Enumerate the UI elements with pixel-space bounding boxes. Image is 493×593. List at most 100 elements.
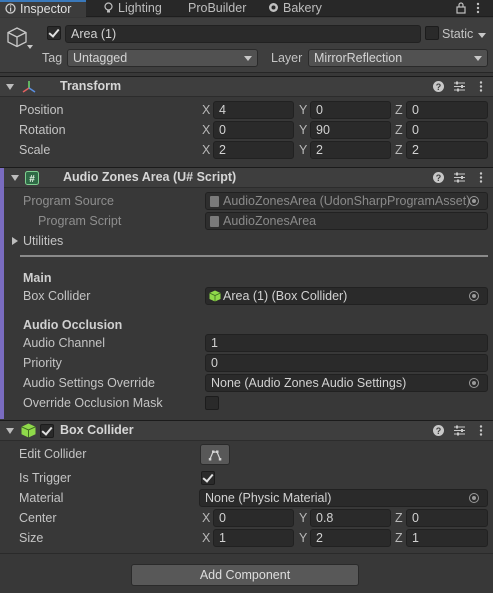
script-file-icon [210, 216, 219, 227]
help-icon[interactable]: ? [432, 171, 445, 184]
axis-x-label[interactable]: X [202, 531, 210, 545]
box-collider-ref-field[interactable]: Area (1) (Box Collider) [205, 287, 488, 305]
object-picker-icon[interactable] [469, 291, 479, 301]
svg-text:?: ? [436, 173, 442, 183]
axis-y-label[interactable]: Y [299, 531, 307, 545]
static-dropdown-caret-icon[interactable] [478, 33, 486, 38]
audio-channel-field[interactable]: 1 [205, 334, 488, 352]
rotation-z-field[interactable]: 0 [406, 121, 488, 139]
axis-z-label[interactable]: Z [395, 103, 403, 117]
object-picker-icon[interactable] [469, 196, 479, 206]
program-script-field[interactable]: AudioZonesArea [205, 212, 488, 230]
position-y-field[interactable]: 0 [310, 101, 391, 119]
utilities-foldout-icon[interactable] [12, 237, 18, 245]
tag-dropdown[interactable]: Untagged [67, 49, 258, 67]
axis-z-label[interactable]: Z [395, 123, 403, 137]
center-x-field[interactable]: 0 [213, 509, 294, 527]
axis-y-label[interactable]: Y [299, 123, 307, 137]
position-z-field[interactable]: 0 [406, 101, 488, 119]
axis-z-label[interactable]: Z [395, 511, 403, 525]
is-trigger-label: Is Trigger [19, 471, 72, 485]
center-z-field[interactable]: 0 [406, 509, 488, 527]
program-source-label: Program Source [23, 194, 115, 208]
program-source-field[interactable]: AudioZonesArea (UdonSharpProgramAsset) [205, 192, 488, 210]
scale-z-field[interactable]: 2 [406, 141, 488, 159]
chevron-down-icon [474, 56, 482, 61]
component-menu-icon[interactable] [474, 171, 487, 184]
material-value: None (Physic Material) [205, 491, 332, 505]
audio-settings-override-field[interactable]: None (Audio Zones Audio Settings) [205, 374, 488, 392]
component-menu-icon[interactable] [474, 424, 487, 437]
object-name-field[interactable]: Area (1) [65, 25, 421, 43]
udon-component-strip [0, 168, 4, 419]
object-picker-icon[interactable] [469, 378, 479, 388]
foldout-arrow-icon[interactable] [6, 84, 14, 90]
utilities-label[interactable]: Utilities [23, 234, 63, 248]
active-checkbox[interactable] [47, 26, 61, 40]
box-collider-icon [21, 423, 36, 438]
tab-bar: Inspector Lighting ProBuilder Bakery [0, 0, 493, 17]
program-script-label: Program Script [38, 214, 122, 228]
priority-field[interactable]: 0 [205, 354, 488, 372]
component-menu-icon[interactable] [474, 80, 487, 93]
position-label: Position [19, 103, 64, 117]
icon-dropdown-caret-icon[interactable] [27, 45, 33, 49]
lock-icon[interactable] [456, 2, 466, 14]
tag-label: Tag [42, 51, 63, 65]
box-collider-title: Box Collider [60, 423, 134, 437]
preset-sliders-icon[interactable] [453, 424, 466, 437]
is-trigger-checkbox[interactable] [201, 471, 215, 485]
size-y-field[interactable]: 2 [310, 529, 391, 547]
tab-bakery[interactable]: Bakery [268, 0, 322, 17]
foldout-arrow-icon[interactable] [11, 175, 19, 181]
box-collider-ref-label: Box Collider [23, 289, 91, 303]
tab-inspector[interactable]: Inspector [0, 0, 86, 17]
axis-z-label[interactable]: Z [395, 143, 403, 157]
lighting-icon [103, 1, 114, 13]
audio-settings-override-value: None (Audio Zones Audio Settings) [211, 376, 407, 390]
tab-probuilder[interactable]: ProBuilder [188, 0, 246, 17]
size-z-field[interactable]: 1 [406, 529, 488, 547]
static-label: Static [442, 27, 474, 41]
help-icon[interactable]: ? [432, 80, 445, 93]
axis-x-label[interactable]: X [202, 143, 210, 157]
tab-lighting[interactable]: Lighting [103, 0, 162, 17]
override-occlusion-mask-checkbox[interactable] [205, 396, 219, 410]
audio-settings-override-label: Audio Settings Override [23, 376, 156, 390]
axis-z-label[interactable]: Z [395, 531, 403, 545]
box-collider-header[interactable]: Box Collider ? [0, 420, 493, 441]
add-component-button[interactable]: Add Component [131, 564, 359, 586]
tab-lighting-label: Lighting [118, 1, 162, 15]
box-collider-enabled-checkbox[interactable] [40, 424, 54, 438]
kebab-menu-icon[interactable] [476, 2, 480, 14]
layer-dropdown[interactable]: MirrorReflection [308, 49, 488, 67]
rotation-x-field[interactable]: 0 [213, 121, 294, 139]
axis-x-label[interactable]: X [202, 123, 210, 137]
foldout-arrow-icon[interactable] [6, 428, 14, 434]
scale-x-field[interactable]: 2 [213, 141, 294, 159]
axis-y-label[interactable]: Y [299, 143, 307, 157]
position-x-field[interactable]: 4 [213, 101, 294, 119]
material-field[interactable]: None (Physic Material) [199, 489, 488, 507]
static-checkbox[interactable] [425, 26, 439, 40]
axis-x-label[interactable]: X [202, 103, 210, 117]
axis-y-label[interactable]: Y [299, 511, 307, 525]
object-picker-icon[interactable] [469, 493, 479, 503]
audio-zones-area-header[interactable]: # Audio Zones Area (U# Script) ? [0, 167, 493, 188]
edit-collider-label: Edit Collider [19, 447, 87, 461]
axis-x-label[interactable]: X [202, 511, 210, 525]
size-x-field[interactable]: 1 [213, 529, 294, 547]
rotation-y-field[interactable]: 90 [310, 121, 391, 139]
gameobject-cube-icon [6, 26, 28, 48]
material-label: Material [19, 491, 64, 505]
help-icon[interactable]: ? [432, 424, 445, 437]
rotation-label: Rotation [19, 123, 66, 137]
center-y-field[interactable]: 0.8 [310, 509, 391, 527]
axis-y-label[interactable]: Y [299, 103, 307, 117]
scale-y-field[interactable]: 2 [310, 141, 391, 159]
transform-header[interactable]: Transform ? [0, 76, 493, 97]
preset-sliders-icon[interactable] [453, 171, 466, 184]
edit-collider-button[interactable] [200, 444, 230, 465]
edit-collider-icon [208, 450, 222, 461]
preset-sliders-icon[interactable] [453, 80, 466, 93]
